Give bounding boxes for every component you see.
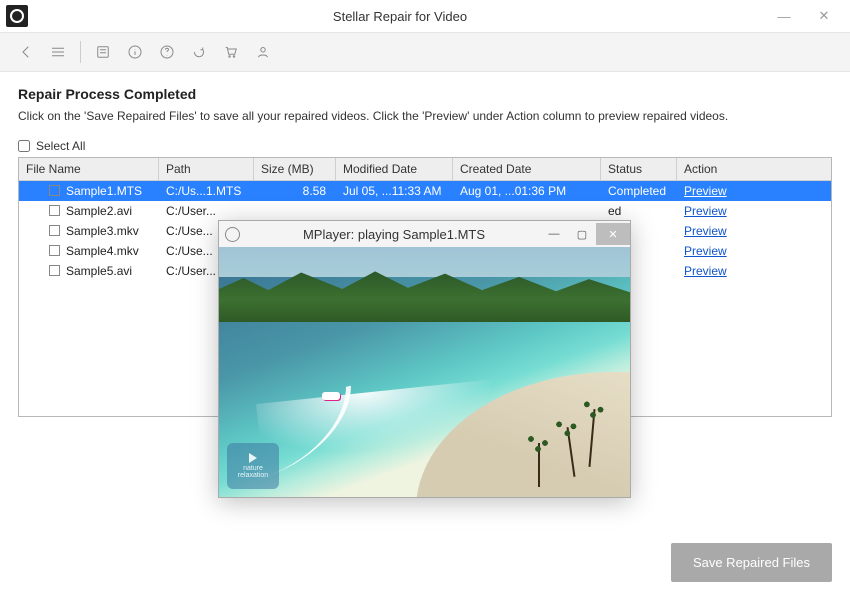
- preview-maximize[interactable]: ▢: [568, 223, 596, 245]
- close-button[interactable]: ✕: [804, 2, 844, 30]
- user-icon[interactable]: [249, 38, 277, 66]
- list-icon[interactable]: [89, 38, 117, 66]
- video-preview[interactable]: nature relaxation: [219, 247, 630, 497]
- cell-filename: Sample1.MTS: [66, 184, 142, 198]
- page-heading: Repair Process Completed: [18, 86, 832, 102]
- cell-filename: Sample3.mkv: [66, 224, 139, 238]
- minimize-button[interactable]: —: [764, 2, 804, 30]
- preview-title: MPlayer: playing Sample1.MTS: [248, 227, 540, 242]
- refresh-icon[interactable]: [185, 38, 213, 66]
- toolbar-separator: [80, 41, 81, 63]
- select-all-label: Select All: [36, 139, 85, 153]
- col-modified[interactable]: Modified Date: [336, 158, 453, 180]
- cell-status: ed: [601, 203, 677, 219]
- cell-path: C:/Us...1.MTS: [159, 183, 254, 199]
- preview-link[interactable]: Preview: [684, 184, 727, 198]
- mplayer-icon: [225, 227, 240, 242]
- col-status[interactable]: Status: [601, 158, 677, 180]
- col-size[interactable]: Size (MB): [254, 158, 336, 180]
- cart-icon[interactable]: [217, 38, 245, 66]
- row-checkbox[interactable]: [49, 225, 60, 236]
- save-repaired-button[interactable]: Save Repaired Files: [671, 543, 832, 582]
- cell-status: Completed: [601, 183, 677, 199]
- cell-filename: Sample2.avi: [66, 204, 132, 218]
- row-checkbox[interactable]: [49, 185, 60, 196]
- select-all-checkbox[interactable]: Select All: [18, 139, 832, 153]
- help-icon[interactable]: [153, 38, 181, 66]
- cell-created: [453, 210, 601, 212]
- preview-close[interactable]: ✕: [596, 223, 630, 245]
- preview-link[interactable]: Preview: [684, 224, 727, 238]
- preview-link[interactable]: Preview: [684, 244, 727, 258]
- page-subtext: Click on the 'Save Repaired Files' to sa…: [18, 108, 832, 125]
- row-checkbox[interactable]: [49, 245, 60, 256]
- row-checkbox[interactable]: [49, 265, 60, 276]
- preview-titlebar[interactable]: MPlayer: playing Sample1.MTS — ▢ ✕: [219, 221, 630, 247]
- cell-modified: [336, 210, 453, 212]
- cell-filename: Sample5.avi: [66, 264, 132, 278]
- col-created[interactable]: Created Date: [453, 158, 601, 180]
- preview-link[interactable]: Preview: [684, 264, 727, 278]
- cell-size: [254, 210, 336, 212]
- col-path[interactable]: Path: [159, 158, 254, 180]
- window-title: Stellar Repair for Video: [36, 9, 764, 24]
- back-button[interactable]: [12, 38, 40, 66]
- cell-size: 8.58: [254, 183, 336, 199]
- preview-window: MPlayer: playing Sample1.MTS — ▢ ✕ natur…: [218, 220, 631, 498]
- info-icon[interactable]: [121, 38, 149, 66]
- table-header: File Name Path Size (MB) Modified Date C…: [19, 158, 831, 181]
- menu-button[interactable]: [44, 38, 72, 66]
- cell-path: C:/User...: [159, 203, 254, 219]
- select-all-input[interactable]: [18, 140, 30, 152]
- toolbar: [0, 32, 850, 72]
- col-filename[interactable]: File Name: [19, 158, 159, 180]
- app-icon: [6, 5, 28, 27]
- table-row[interactable]: Sample2.avi C:/User... ed Preview: [19, 201, 831, 221]
- cell-created: Aug 01, ...01:36 PM: [453, 183, 601, 199]
- cell-modified: Jul 05, ...11:33 AM: [336, 183, 453, 199]
- preview-link[interactable]: Preview: [684, 204, 727, 218]
- table-row[interactable]: Sample1.MTS C:/Us...1.MTS8.58Jul 05, ...1…: [19, 181, 831, 201]
- titlebar: Stellar Repair for Video — ✕: [0, 0, 850, 32]
- row-checkbox[interactable]: [49, 205, 60, 216]
- watermark: nature relaxation: [227, 443, 279, 489]
- cell-filename: Sample4.mkv: [66, 244, 139, 258]
- col-action[interactable]: Action: [677, 158, 831, 180]
- preview-minimize[interactable]: —: [540, 223, 568, 245]
